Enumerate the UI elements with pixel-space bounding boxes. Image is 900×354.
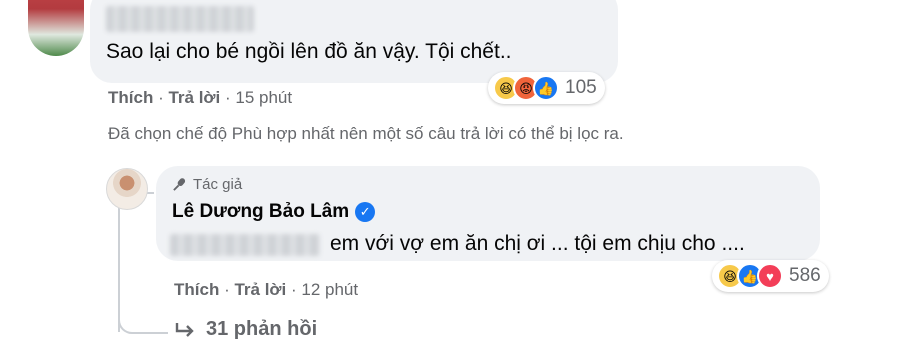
more-replies-label[interactable]: 31 phản hồi bbox=[206, 318, 317, 341]
reply-link[interactable]: Trả lời bbox=[234, 280, 286, 299]
like-link[interactable]: Thích bbox=[174, 280, 219, 299]
author-name[interactable]: Lê Dương Bảo Lâm ✓ bbox=[172, 201, 376, 223]
blurred-mention bbox=[170, 234, 320, 256]
verified-badge-icon: ✓ bbox=[355, 202, 376, 222]
comment-actions: Thích · Trả lời · 15 phút bbox=[108, 88, 292, 108]
microphone-icon bbox=[173, 178, 186, 191]
reply-text: em với vợ em ăn chị ơi ... tội em chịu c… bbox=[330, 232, 745, 255]
separator: · bbox=[224, 88, 236, 107]
author-tag-label: Tác giả bbox=[193, 176, 243, 193]
reply-arrow-icon bbox=[175, 322, 194, 337]
reply-reactions[interactable]: 😆 👍 ♥ 586 bbox=[712, 260, 829, 292]
like-link[interactable]: Thích bbox=[108, 88, 153, 107]
view-more-replies-button[interactable]: 31 phản hồi bbox=[174, 318, 317, 341]
separator: · bbox=[158, 88, 169, 107]
comment-reactions[interactable]: 😆 😡 👍 105 bbox=[488, 72, 605, 104]
reply-link[interactable]: Trả lời bbox=[168, 88, 220, 107]
thread-curve bbox=[118, 300, 168, 334]
love-icon: ♥ bbox=[757, 263, 783, 289]
like-icon: 👍 bbox=[533, 75, 559, 101]
reaction-count: 105 bbox=[565, 77, 597, 98]
reply-actions: Thích · Trả lời · 12 phút bbox=[174, 280, 358, 300]
author-name-text[interactable]: Lê Dương Bảo Lâm bbox=[172, 201, 349, 223]
author-avatar[interactable] bbox=[106, 168, 148, 210]
blurred-commenter-name bbox=[106, 6, 254, 32]
comment-time[interactable]: 15 phút bbox=[235, 88, 292, 107]
reply-time[interactable]: 12 phút bbox=[301, 280, 358, 299]
separator: · bbox=[224, 280, 235, 299]
comment-text: Sao lại cho bé ngồi lên đồ ăn vậy. Tội c… bbox=[106, 40, 512, 63]
filter-notice: Đã chọn chế độ Phù hợp nhất nên một số c… bbox=[108, 124, 624, 143]
commenter-avatar[interactable] bbox=[28, 0, 84, 56]
author-badge: Tác giả bbox=[172, 176, 242, 193]
separator: · bbox=[290, 280, 302, 299]
reaction-count: 586 bbox=[789, 265, 821, 286]
